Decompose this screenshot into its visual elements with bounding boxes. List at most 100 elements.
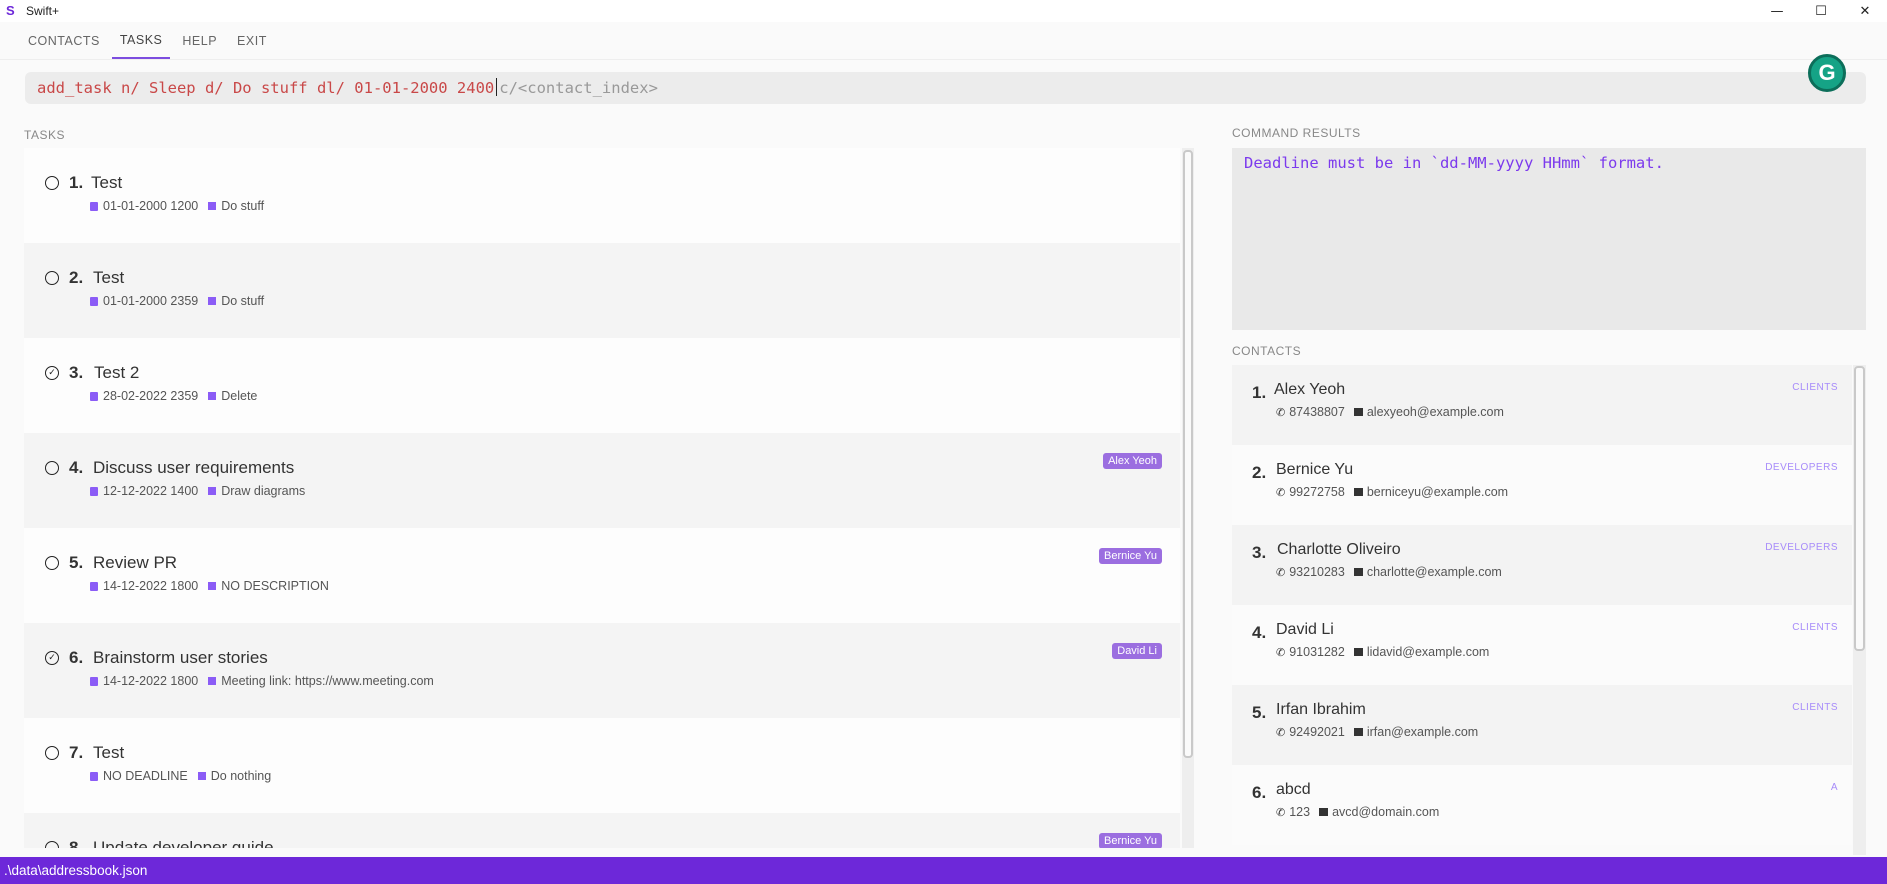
contact-email: charlotte@example.com [1366, 565, 1502, 579]
email-icon [1353, 568, 1363, 576]
tab-tasks[interactable]: TASKS [111, 29, 171, 59]
tasks-header: TASKS [24, 128, 65, 142]
contact-row[interactable]: 2. Bernice Yu ✆ 99272758 berniceyu@examp… [1232, 445, 1852, 525]
task-deadline: 28-02-2022 2359 [103, 389, 199, 403]
results-header: COMMAND RESULTS [1232, 126, 1361, 140]
task-description: Delete [221, 389, 258, 403]
task-meta: 01-01-2000 2359 Do stuff [90, 294, 264, 308]
task-title: Discuss user requirements [93, 458, 295, 477]
app-logo-icon: S [6, 3, 15, 18]
contact-name: Charlotte Oliveiro [1277, 541, 1401, 558]
task-status-icon[interactable] [45, 746, 59, 760]
phone-icon: ✆ [1276, 726, 1286, 739]
contact-scrollbar-thumb[interactable] [1854, 366, 1865, 651]
command-hint: c/<contact_index> [499, 79, 658, 97]
phone-icon: ✆ [1276, 806, 1286, 819]
close-button[interactable]: ✕ [1843, 0, 1887, 22]
contact-number: 2. [1252, 463, 1267, 482]
contact-row[interactable]: 5. Irfan Ibrahim ✆ 92492021 irfan@exampl… [1232, 685, 1852, 765]
task-meta: 14-12-2022 1800 NO DESCRIPTION [90, 579, 329, 593]
grammarly-icon[interactable]: G [1808, 54, 1846, 92]
phone-icon: ✆ [1276, 646, 1286, 659]
task-row[interactable]: 4. Discuss user requirements 12-12-2022 … [24, 433, 1180, 528]
contact-meta: ✆ 123 avcd@domain.com [1276, 805, 1439, 819]
contact-meta: ✆ 99272758 berniceyu@example.com [1276, 485, 1508, 499]
task-number: 7. [69, 743, 84, 762]
task-scrollbar-thumb[interactable] [1183, 150, 1193, 758]
contact-email: irfan@example.com [1366, 725, 1479, 739]
description-icon [197, 772, 206, 780]
email-icon [1353, 728, 1363, 736]
contact-tag: DEVELOPERS [1765, 462, 1838, 473]
contact-number: 4. [1252, 623, 1267, 642]
command-box[interactable]: add_task n/ Sleep d/ Do stuff dl/ 01-01-… [25, 72, 1866, 104]
task-status-icon[interactable] [45, 176, 59, 190]
results-panel: Deadline must be in `dd-MM-yyyy HHmm` fo… [1232, 148, 1866, 330]
task-row[interactable]: ✓ 3. Test 2 28-02-2022 2359 Delete [24, 338, 1180, 433]
task-description: Meeting link: https://www.meeting.com [221, 674, 434, 688]
description-icon [208, 392, 217, 400]
task-status-icon[interactable] [45, 461, 59, 475]
maximize-button[interactable]: ☐ [1799, 0, 1843, 22]
task-status-icon[interactable] [45, 841, 59, 848]
contact-phone: 87438807 [1289, 405, 1345, 419]
contact-number: 3. [1252, 543, 1267, 562]
task-status-icon[interactable] [45, 556, 59, 570]
task-meta: NO DEADLINE Do nothing [90, 769, 271, 783]
task-description: Do stuff [221, 199, 265, 213]
task-done-icon[interactable]: ✓ [45, 651, 59, 665]
task-deadline: 01-01-2000 2359 [103, 294, 199, 308]
task-row[interactable]: 1. Test 01-01-2000 1200 Do stuff [24, 148, 1180, 243]
task-status-icon[interactable] [45, 271, 59, 285]
contact-row[interactable]: 1. Alex Yeoh ✆ 87438807 alexyeoh@example… [1232, 365, 1852, 445]
contact-row[interactable]: 3. Charlotte Oliveiro ✆ 93210283 charlot… [1232, 525, 1852, 605]
task-deadline: 14-12-2022 1800 [103, 674, 199, 688]
contact-list[interactable]: 1. Alex Yeoh ✆ 87438807 alexyeoh@example… [1232, 365, 1852, 855]
contact-email: alexyeoh@example.com [1366, 405, 1504, 419]
task-list[interactable]: 1. Test 01-01-2000 1200 Do stuff 2. Test… [24, 148, 1180, 848]
task-description: Draw diagrams [221, 484, 306, 498]
deadline-icon [90, 391, 98, 401]
contact-row[interactable]: 4. David Li ✆ 91031282 lidavid@example.c… [1232, 605, 1852, 685]
task-title: Brainstorm user stories [93, 648, 268, 667]
email-icon [1353, 488, 1363, 496]
deadline-icon [90, 581, 98, 591]
tab-help[interactable]: HELP [174, 29, 225, 59]
task-title: Review PR [93, 553, 178, 572]
contact-email: lidavid@example.com [1366, 645, 1490, 659]
contact-row[interactable]: 6. abcd ✆ 123 avcd@domain.com A [1232, 765, 1852, 845]
status-bar: .\data\addressbook.json [0, 857, 1887, 884]
tab-exit[interactable]: EXIT [229, 29, 275, 59]
description-icon [208, 582, 217, 590]
results-message: Deadline must be in `dd-MM-yyyy HHmm` fo… [1244, 154, 1664, 172]
minimize-button[interactable]: — [1755, 0, 1799, 22]
description-icon [208, 297, 217, 305]
description-icon [208, 487, 217, 495]
description-icon [208, 677, 217, 685]
contact-tag: A [1830, 782, 1838, 793]
contact-name: Alex Yeoh [1274, 381, 1346, 398]
command-input-value: add_task n/ Sleep d/ Do stuff dl/ 01-01-… [37, 79, 495, 97]
tab-contacts[interactable]: CONTACTS [20, 29, 108, 59]
task-row[interactable]: 7. Test NO DEADLINE Do nothing [24, 718, 1180, 813]
task-number: 8. [69, 838, 84, 848]
command-input[interactable]: add_task n/ Sleep d/ Do stuff dl/ 01-01-… [37, 78, 658, 97]
phone-icon: ✆ [1276, 566, 1286, 579]
contact-phone: 123 [1289, 805, 1311, 819]
task-title: Test 2 [94, 363, 140, 382]
task-row[interactable]: 2. Test 01-01-2000 2359 Do stuff [24, 243, 1180, 338]
task-deadline: 14-12-2022 1800 [103, 579, 199, 593]
contact-name: David Li [1276, 621, 1334, 638]
task-row[interactable]: 8. Update developer guide Bernice Yu [24, 813, 1180, 848]
task-done-icon[interactable]: ✓ [45, 366, 59, 380]
task-row[interactable]: 5. Review PR 14-12-2022 1800 NO DESCRIPT… [24, 528, 1180, 623]
task-row[interactable]: ✓ 6. Brainstorm user stories 14-12-2022 … [24, 623, 1180, 718]
task-number: 6. [69, 648, 84, 667]
task-title: Test [93, 743, 125, 762]
contact-name: abcd [1276, 781, 1311, 798]
contact-phone: 99272758 [1289, 485, 1345, 499]
task-number: 5. [69, 553, 84, 572]
contact-tag: CLIENTS [1792, 702, 1838, 713]
task-description: Do nothing [210, 769, 272, 783]
task-meta: 14-12-2022 1800 Meeting link: https://ww… [90, 674, 434, 688]
